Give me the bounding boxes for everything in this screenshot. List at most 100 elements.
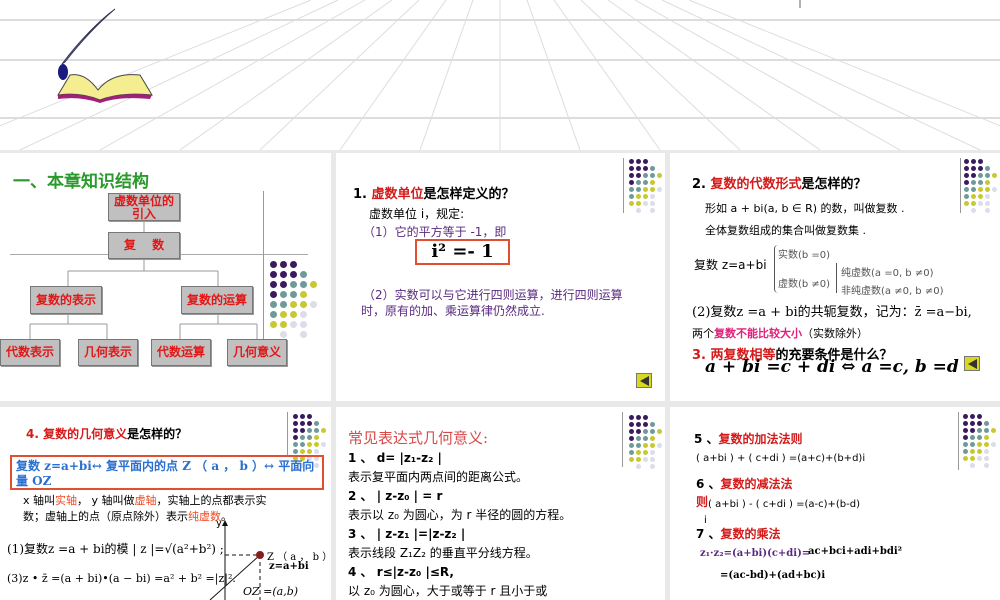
dot <box>984 435 989 440</box>
dot-pattern <box>963 414 996 468</box>
expression-line: 3 、 | z-z₁ |=|z-z₂ | <box>348 527 466 541</box>
node-geometric-repr: 几何表示 <box>78 339 138 366</box>
dot <box>310 271 317 278</box>
dot <box>629 443 634 448</box>
dot <box>984 456 989 461</box>
dot <box>977 428 982 433</box>
dot <box>963 449 968 454</box>
dot <box>991 421 996 426</box>
dot <box>629 166 634 171</box>
dot <box>629 173 634 178</box>
dot <box>985 159 990 164</box>
dot <box>270 321 277 328</box>
dot <box>650 187 655 192</box>
dot <box>971 201 976 206</box>
dot <box>650 443 655 448</box>
dot <box>992 173 997 178</box>
dot <box>985 173 990 178</box>
dot <box>636 443 641 448</box>
dot <box>971 187 976 192</box>
dot <box>290 261 297 268</box>
dot <box>629 464 634 469</box>
dot <box>629 159 634 164</box>
dot <box>657 415 662 420</box>
dot <box>314 414 319 419</box>
dot <box>650 457 655 462</box>
dot <box>300 331 307 338</box>
dot <box>636 159 641 164</box>
slide-algebraic-form: 2. 复数的代数形式是怎样的？ 形如 a + bi(a, b ∈ R) 的数，叫… <box>670 153 1000 401</box>
dot <box>629 415 634 420</box>
dot <box>985 180 990 185</box>
dot <box>978 166 983 171</box>
dot <box>290 321 297 328</box>
dot <box>310 281 317 288</box>
dot <box>636 450 641 455</box>
dot <box>636 194 641 199</box>
dot <box>971 166 976 171</box>
dot <box>636 457 641 462</box>
dot <box>978 201 983 206</box>
dot <box>991 456 996 461</box>
dot <box>970 456 975 461</box>
dot <box>636 422 641 427</box>
dot <box>636 201 641 206</box>
dot <box>985 201 990 206</box>
back-button[interactable] <box>964 356 980 371</box>
dot <box>629 436 634 441</box>
correspondence-box: 复数 z=a+bi↔ 复平面内的点 Z （ a ， b ）↔ 平面向量 OZ <box>10 455 324 490</box>
dot <box>964 166 969 171</box>
dot <box>270 261 277 268</box>
dot <box>300 261 307 268</box>
dot <box>270 331 277 338</box>
slide-imaginary-unit: 1. 虚数单位是怎样定义的？ 虚数单位 i，规定: （1）它的平方等于 -1，即… <box>336 153 665 401</box>
dot <box>290 331 297 338</box>
dot <box>963 442 968 447</box>
dot <box>992 187 997 192</box>
dot-pattern <box>629 415 662 469</box>
dot <box>280 301 287 308</box>
quill-book-image <box>57 8 153 103</box>
dot <box>964 180 969 185</box>
dot <box>307 414 312 419</box>
dot <box>629 457 634 462</box>
dot <box>650 173 655 178</box>
dot <box>629 201 634 206</box>
dot <box>650 166 655 171</box>
dot <box>270 291 277 298</box>
dot <box>977 442 982 447</box>
dot <box>310 311 317 318</box>
dot <box>290 301 297 308</box>
dot <box>657 450 662 455</box>
dot <box>280 331 287 338</box>
dot <box>650 194 655 199</box>
dot <box>657 464 662 469</box>
dot <box>643 464 648 469</box>
dot <box>300 321 307 328</box>
dot <box>985 208 990 213</box>
dot <box>964 187 969 192</box>
dot <box>636 464 641 469</box>
dot <box>314 442 319 447</box>
dot <box>310 301 317 308</box>
dot <box>643 457 648 462</box>
slide-knowledge-structure: 一、本章知识结构 虚数单位的引入 复 数 复数的表示 复数的运算 代数表示 几何… <box>0 153 331 401</box>
dot <box>970 449 975 454</box>
dot <box>657 429 662 434</box>
dot <box>321 421 326 426</box>
dot <box>629 208 634 213</box>
expression-line: 以 z₀ 为圆心，大于或等于 r 且小于或 <box>348 584 548 598</box>
dot <box>290 281 297 288</box>
dot <box>657 194 662 199</box>
dot <box>992 159 997 164</box>
dot <box>300 428 305 433</box>
dot <box>991 463 996 468</box>
dot <box>307 442 312 447</box>
dot <box>963 414 968 419</box>
dot <box>650 436 655 441</box>
back-button[interactable] <box>636 373 652 388</box>
dot <box>657 159 662 164</box>
dot <box>984 449 989 454</box>
dot <box>978 187 983 192</box>
dot <box>963 421 968 426</box>
